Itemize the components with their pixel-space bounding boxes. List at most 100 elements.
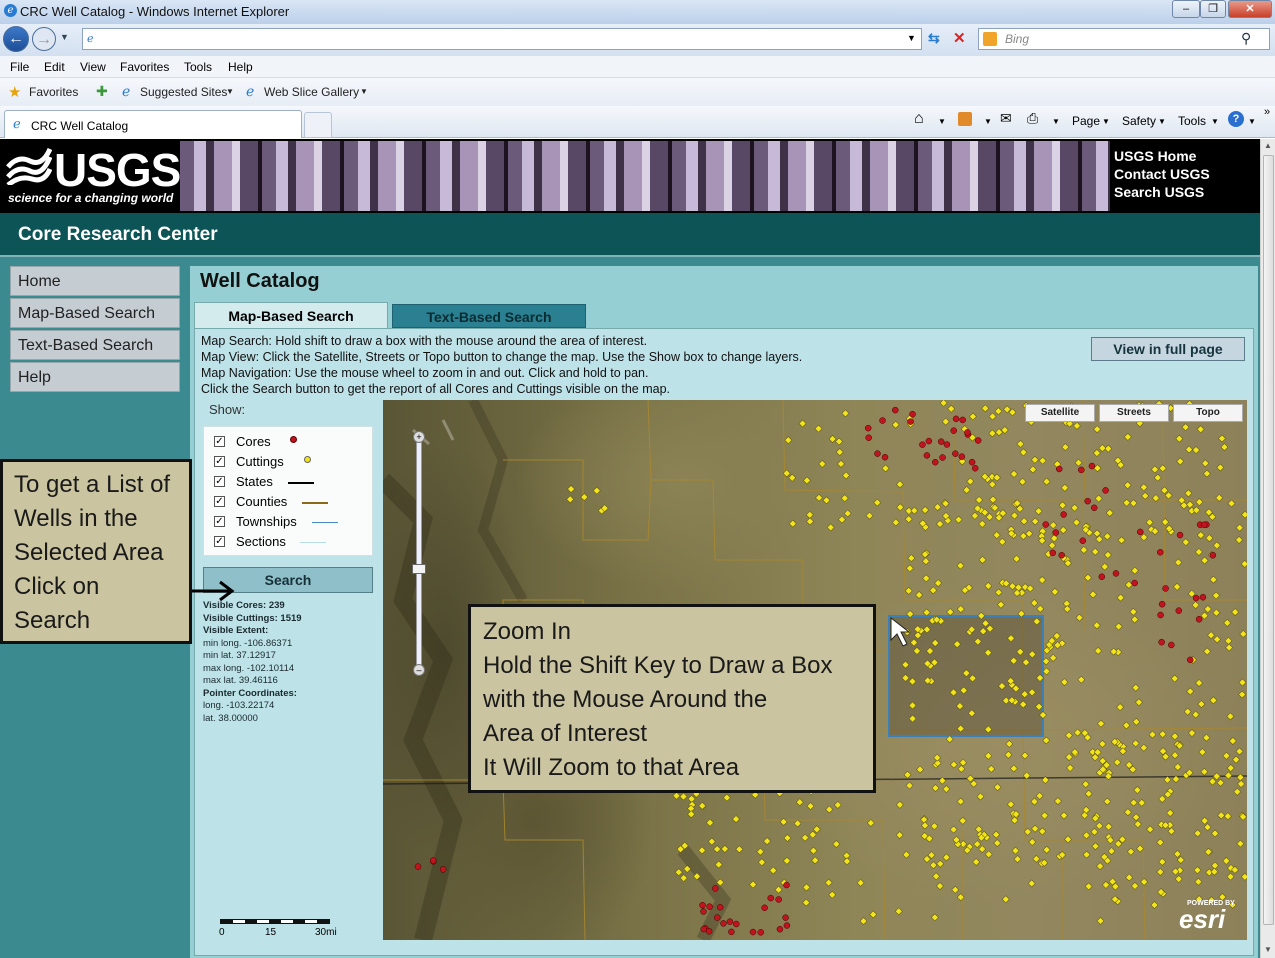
core-point[interactable]	[1162, 585, 1169, 592]
cutting-point[interactable]	[1117, 536, 1126, 545]
cutting-point[interactable]	[1216, 463, 1225, 472]
maximize-button[interactable]: ❐	[1200, 0, 1226, 18]
cutting-point[interactable]	[707, 837, 716, 846]
cutting-point[interactable]	[774, 885, 783, 894]
cores-checkbox[interactable]: ✓	[214, 436, 225, 447]
cutting-point[interactable]	[984, 751, 993, 760]
cutting-point[interactable]	[1186, 500, 1194, 509]
cutting-point[interactable]	[934, 579, 943, 587]
cutting-point[interactable]	[1226, 764, 1235, 772]
core-point[interactable]	[958, 453, 966, 460]
cutting-point[interactable]	[784, 436, 793, 445]
cutting-point[interactable]	[1139, 743, 1148, 752]
cutting-point[interactable]	[1151, 494, 1160, 502]
cutting-point[interactable]	[1031, 517, 1040, 526]
cutting-point[interactable]	[1171, 732, 1179, 741]
cutting-point[interactable]	[1038, 576, 1047, 584]
cutting-point[interactable]	[1065, 731, 1073, 740]
cutting-point[interactable]	[1188, 729, 1196, 737]
cutting-point[interactable]	[1079, 546, 1088, 554]
cutting-point[interactable]	[1093, 425, 1102, 434]
core-point[interactable]	[952, 415, 960, 423]
suggested-dropdown-icon[interactable]: ▼	[226, 87, 234, 96]
cutting-point[interactable]	[1220, 443, 1229, 451]
cutting-point[interactable]	[828, 435, 837, 443]
core-point[interactable]	[783, 881, 790, 889]
cutting-point[interactable]	[1156, 868, 1165, 876]
cutting-point[interactable]	[801, 833, 809, 842]
cutting-point[interactable]	[1167, 827, 1176, 836]
cutting-point[interactable]	[1077, 675, 1086, 684]
scroll-down-icon[interactable]: ▼	[1264, 945, 1272, 954]
cutting-point[interactable]	[679, 874, 688, 882]
cutting-point[interactable]	[779, 817, 788, 826]
cutting-point[interactable]	[1222, 857, 1231, 865]
cutting-point[interactable]	[993, 783, 1002, 792]
stop-icon[interactable]: ✕	[953, 29, 966, 47]
core-point[interactable]	[939, 454, 946, 461]
cutting-point[interactable]	[1038, 536, 1046, 545]
cutting-point[interactable]	[910, 506, 919, 515]
cutting-point[interactable]	[795, 798, 804, 807]
cutting-point[interactable]	[904, 515, 913, 524]
cutting-point[interactable]	[1231, 608, 1240, 616]
cutting-point[interactable]	[922, 557, 930, 566]
core-point[interactable]	[1136, 528, 1144, 536]
cutting-point[interactable]	[757, 858, 766, 867]
cutting-point[interactable]	[929, 861, 938, 870]
core-point[interactable]	[782, 914, 789, 921]
cutting-point[interactable]	[1174, 875, 1183, 883]
cutting-point[interactable]	[749, 880, 757, 889]
cutting-point[interactable]	[824, 878, 833, 887]
cutting-point[interactable]	[687, 795, 696, 803]
cuttings-checkbox[interactable]: ✓	[214, 456, 225, 467]
cutting-point[interactable]	[942, 785, 951, 793]
cutting-point[interactable]	[808, 830, 817, 839]
cutting-point[interactable]	[714, 860, 723, 869]
cutting-point[interactable]	[891, 420, 900, 429]
cutting-point[interactable]	[1158, 857, 1167, 866]
core-point[interactable]	[1168, 641, 1175, 649]
cutting-point[interactable]	[1196, 425, 1205, 434]
cutting-point[interactable]	[959, 758, 967, 767]
cutting-point[interactable]	[1186, 687, 1195, 696]
cutting-point[interactable]	[698, 801, 707, 810]
cutting-point[interactable]	[956, 605, 965, 613]
cutting-point[interactable]	[1073, 421, 1081, 430]
core-point[interactable]	[1192, 594, 1200, 602]
cutting-point[interactable]	[1020, 517, 1028, 526]
core-point[interactable]	[959, 416, 966, 424]
cutting-point[interactable]	[1235, 523, 1244, 532]
core-point[interactable]	[864, 424, 872, 432]
cutting-point[interactable]	[1013, 589, 1021, 597]
cutting-point[interactable]	[1032, 854, 1041, 863]
cutting-point[interactable]	[1016, 440, 1025, 448]
cutting-point[interactable]	[987, 764, 996, 773]
mail-icon[interactable]: ✉	[1000, 110, 1012, 127]
core-point[interactable]	[925, 437, 933, 445]
cutting-point[interactable]	[1240, 872, 1247, 881]
contact-usgs-link[interactable]: Contact USGS	[1114, 166, 1210, 182]
cutting-point[interactable]	[1181, 423, 1190, 432]
cutting-point[interactable]	[930, 913, 939, 922]
cutting-point[interactable]	[1107, 847, 1116, 855]
cutting-point[interactable]	[1030, 797, 1039, 806]
cutting-point[interactable]	[843, 857, 851, 866]
core-point[interactable]	[950, 427, 957, 434]
cutting-point[interactable]	[1158, 464, 1167, 473]
cutting-point[interactable]	[949, 760, 958, 769]
cutting-point[interactable]	[1105, 509, 1114, 517]
core-point[interactable]	[974, 437, 982, 444]
cutting-point[interactable]	[1012, 554, 1021, 563]
cutting-point[interactable]	[1216, 778, 1225, 787]
cutting-point[interactable]	[803, 476, 811, 485]
cutting-point[interactable]	[1232, 755, 1240, 764]
cutting-point[interactable]	[1035, 791, 1044, 800]
cutting-point[interactable]	[998, 537, 1007, 546]
cutting-point[interactable]	[798, 419, 807, 428]
cutting-point[interactable]	[828, 890, 837, 899]
cutting-point[interactable]	[1010, 511, 1019, 520]
cutting-point[interactable]	[1211, 861, 1219, 870]
cutting-point[interactable]	[843, 509, 852, 518]
cutting-point[interactable]	[1205, 534, 1214, 542]
